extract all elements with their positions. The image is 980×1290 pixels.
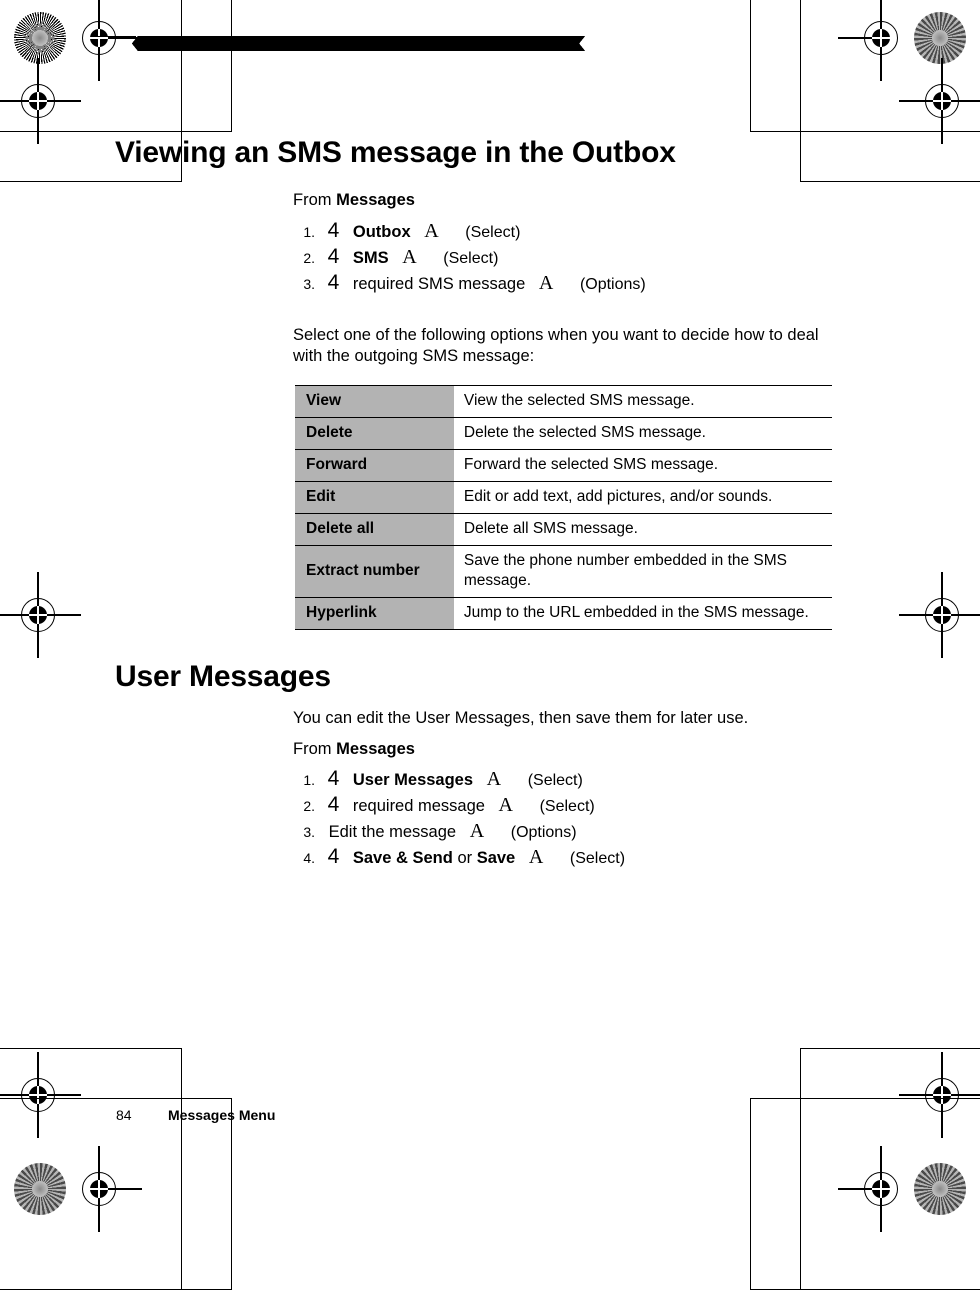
section-heading-outbox: Viewing an SMS message in the Outbox [115, 136, 676, 169]
table-row: Extract number Save the phone number emb… [295, 545, 832, 598]
scroll-key-icon: 4 [327, 793, 340, 816]
select-key-icon: A [498, 794, 513, 816]
scroll-key-icon: 4 [327, 245, 340, 268]
select-key-icon: A [469, 820, 485, 842]
select-key-icon: A [486, 768, 502, 790]
running-title: Messages Menu [168, 1107, 276, 1123]
step-label-conjunction: or [457, 849, 477, 867]
scroll-key-icon: 4 [327, 845, 340, 868]
page-number: 84 [116, 1107, 132, 1123]
step-number: 2. [303, 798, 315, 814]
step-action: (Options) [579, 276, 646, 293]
select-key-icon: A [402, 246, 417, 268]
table-row: Edit Edit or add text, add pictures, and… [295, 481, 832, 514]
from-label: From [293, 191, 332, 209]
step-label: User Messages [352, 771, 474, 789]
option-description: Delete the selected SMS message. [453, 417, 832, 450]
step-label: required SMS message [352, 275, 526, 293]
scroll-key-icon: 4 [327, 219, 340, 242]
step-number: 4. [303, 850, 315, 866]
user-messages-description: You can edit the User Messages, then sav… [293, 709, 749, 727]
option-name: Forward [295, 449, 454, 482]
option-name: Edit [295, 481, 454, 514]
from-label: From [293, 740, 332, 758]
option-name: View [295, 385, 454, 418]
option-description: Forward the selected SMS message. [453, 449, 832, 482]
step-number: 2. [303, 250, 315, 266]
registration-crosshair-bottom-right [838, 1146, 924, 1232]
select-key-icon: A [424, 220, 439, 242]
step-item: 2. 4 SMS A (Select) [293, 244, 646, 270]
step-label: Outbox [352, 223, 411, 241]
option-description: Edit or add text, add pictures, and/or s… [453, 481, 832, 514]
option-description: Save the phone number embedded in the SM… [453, 545, 832, 598]
from-line-outbox: From Messages [293, 190, 415, 211]
step-label-primary: Save & Send [352, 849, 453, 867]
diamond-rule [132, 36, 585, 51]
table-body: View View the selected SMS message. Dele… [295, 385, 832, 630]
step-action: (Options) [510, 824, 577, 841]
step-label-secondary: Save [476, 849, 516, 867]
table-row: Hyperlink Jump to the URL embedded in th… [295, 597, 832, 630]
option-name: Extract number [295, 545, 454, 598]
registration-crosshair-left-middle [0, 572, 81, 658]
step-label: SMS [352, 249, 389, 267]
table-row: Forward Forward the selected SMS message… [295, 449, 832, 482]
steps-outbox: 1. 4 Outbox A (Select) 2. 4 SMS A (Selec… [293, 218, 646, 296]
step-action: (Select) [527, 772, 583, 789]
step-number: 1. [303, 224, 315, 240]
step-item: 1. 4 User Messages A (Select) [293, 766, 625, 792]
option-name: Hyperlink [295, 597, 454, 630]
step-number: 1. [303, 772, 315, 788]
step-action: (Select) [465, 224, 521, 241]
registration-crosshair-right-middle [899, 572, 980, 658]
select-key-icon: A [528, 846, 544, 868]
registration-crosshair-left-upper [0, 58, 81, 144]
option-name: Delete all [295, 513, 454, 546]
option-description: View the selected SMS message. [453, 385, 832, 418]
table-row: Delete Delete the selected SMS message. [295, 417, 832, 450]
registration-crosshair-right-upper [899, 58, 980, 144]
select-key-icon: A [538, 272, 554, 294]
step-item: 3. 4 required SMS message A (Options) [293, 270, 646, 296]
step-action: (Select) [539, 798, 595, 815]
step-label: Edit the message [328, 823, 457, 841]
scroll-key-icon: 4 [327, 271, 340, 294]
table-row: Delete all Delete all SMS message. [295, 513, 832, 546]
option-name: Delete [295, 417, 454, 450]
step-item: 2. 4 required message A (Select) [293, 792, 625, 818]
step-item: 3. Edit the message A (Options) [293, 818, 625, 844]
table-row: View View the selected SMS message. [295, 385, 832, 418]
from-target: Messages [336, 191, 415, 209]
sms-options-table: View View the selected SMS message. Dele… [295, 385, 832, 630]
option-description: Jump to the URL embedded in the SMS mess… [453, 597, 832, 630]
scroll-key-icon: 4 [327, 767, 340, 790]
step-action: (Select) [569, 850, 626, 867]
registration-crosshair-bottom-left [56, 1146, 142, 1232]
step-number: 3. [303, 824, 315, 840]
step-action: (Select) [443, 250, 499, 267]
step-item: 1. 4 Outbox A (Select) [293, 218, 646, 244]
diamond-rule-lead [96, 36, 136, 38]
table-lead-in: Select one of the following options when… [293, 326, 819, 365]
step-label: required message [352, 797, 485, 815]
manual-page: Viewing an SMS message in the Outbox Fro… [0, 0, 980, 1290]
steps-user-messages: 1. 4 User Messages A (Select) 2. 4 requi… [293, 766, 625, 870]
from-target: Messages [336, 740, 415, 758]
section-heading-user-messages: User Messages [115, 660, 331, 693]
page-footer: 84 Messages Menu [116, 1107, 516, 1127]
from-line-user-messages: From Messages [293, 739, 415, 760]
step-item: 4. 4 Save & Send or Save A (Select) [293, 844, 625, 870]
step-number: 3. [303, 276, 315, 292]
option-description: Delete all SMS message. [453, 513, 832, 546]
